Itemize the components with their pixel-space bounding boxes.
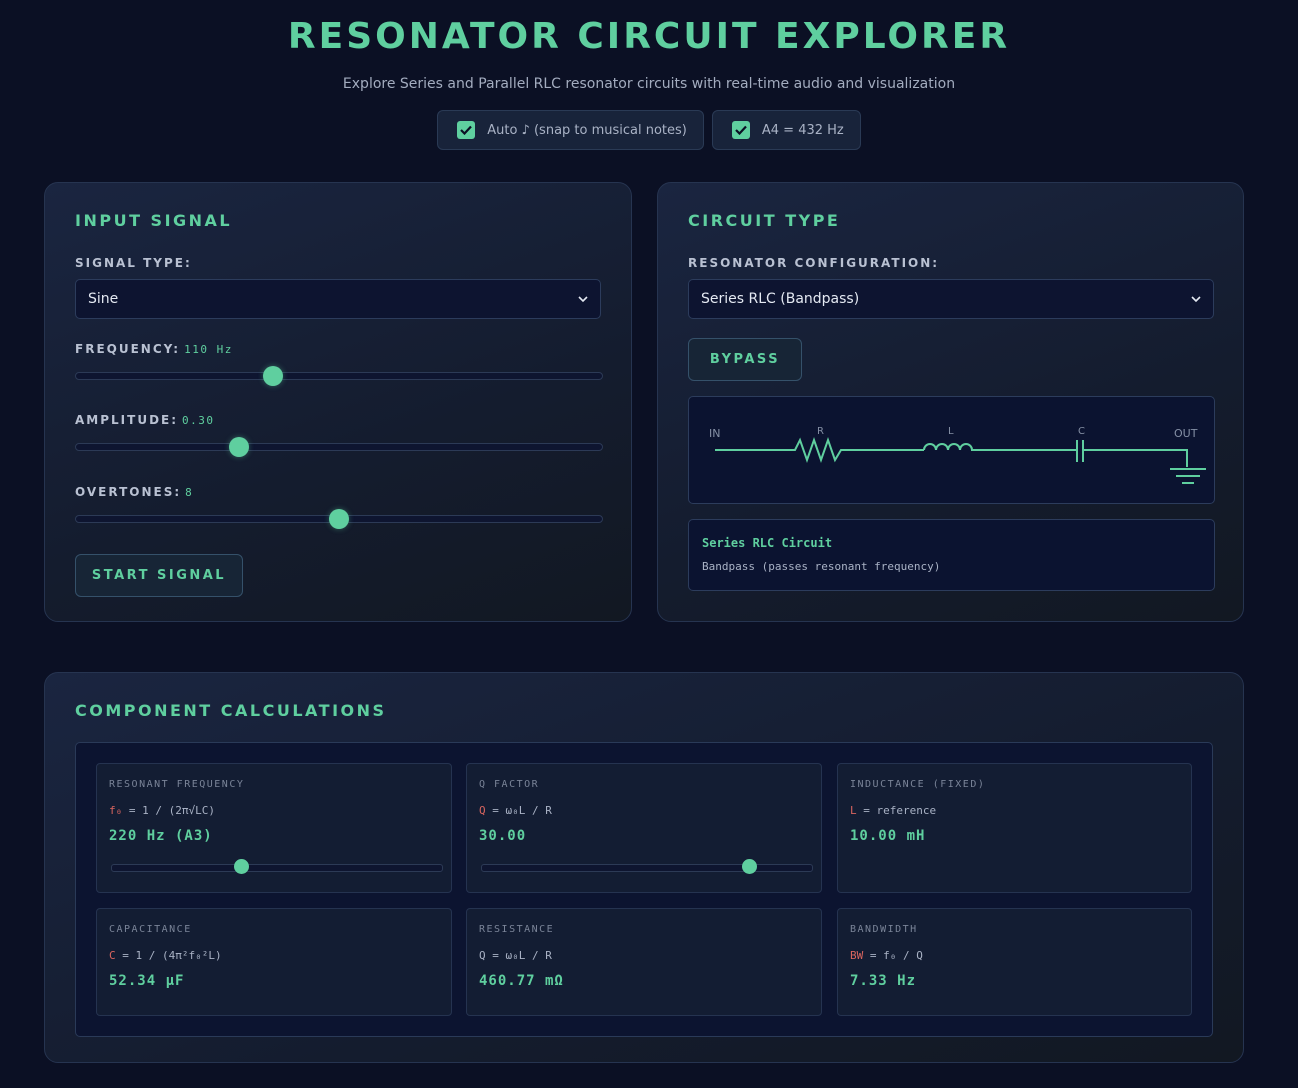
start-signal-button[interactable]: START SIGNAL (75, 554, 243, 597)
card-formula: f₀ = 1 / (2π√LC) (109, 804, 215, 817)
inductor-label: L (948, 426, 954, 437)
calculations-grid: RESONANT FREQUENCY f₀ = 1 / (2π√LC) 220 … (75, 742, 1213, 1037)
card-title: Q FACTOR (479, 779, 540, 790)
capacitance-card: CAPACITANCE C = 1 / (4π²f₀²L) 52.34 µF (96, 908, 452, 1016)
out-label: OUT (1174, 427, 1198, 440)
a4-432-toggle[interactable]: A4 = 432 Hz (711, 110, 861, 150)
frequency-label-text: FREQUENCY: (75, 342, 181, 356)
circuit-schematic: IN R L C OUT (709, 426, 1206, 484)
circuit-info-desc: Bandpass (passes resonant frequency) (702, 560, 941, 573)
amplitude-label: AMPLITUDE: 0.30 (75, 413, 215, 427)
signal-type-label: SIGNAL TYPE: (75, 256, 192, 270)
overtones-label-text: OVERTONES: (75, 485, 182, 499)
card-value: 460.77 mΩ (479, 973, 564, 989)
chevron-down-icon (578, 296, 588, 303)
frequency-slider-thumb[interactable] (263, 366, 284, 386)
a4-432-label: A4 = 432 Hz (761, 122, 844, 138)
frequency-label: FREQUENCY: 110 Hz (75, 342, 233, 356)
page-title: RESONATOR CIRCUIT EXPLORER (287, 16, 1011, 57)
formula-text: = ω₀L / R (485, 804, 552, 817)
resonant-frequency-slider[interactable] (111, 859, 443, 874)
circuit-info-title: Series RLC Circuit (702, 536, 833, 550)
overtones-slider[interactable] (75, 509, 603, 529)
overtones-label: OVERTONES: 8 (75, 485, 193, 499)
frequency-slider[interactable] (75, 366, 603, 386)
card-title: RESONANT FREQUENCY (109, 779, 245, 790)
component-calculations-panel: COMPONENT CALCULATIONS RESONANT FREQUENC… (44, 672, 1244, 1063)
formula-var: C (109, 949, 116, 962)
capacitor-symbol (1076, 440, 1084, 462)
capacitor-label: C (1078, 426, 1085, 437)
formula-text: = 1 / (4π²f₀²L) (115, 949, 222, 962)
resistor-label: R (817, 426, 824, 437)
bandwidth-card: BANDWIDTH BW = f₀ / Q 7.33 Hz (837, 908, 1192, 1016)
q-factor-slider-thumb[interactable] (742, 859, 758, 874)
formula-text: = 1 / (2π√LC) (122, 804, 215, 817)
overtones-slider-thumb[interactable] (329, 509, 349, 529)
input-signal-panel: INPUT SIGNAL SIGNAL TYPE: Sine FREQUENCY… (44, 182, 632, 622)
amplitude-slider-thumb[interactable] (229, 437, 250, 457)
signal-type-select[interactable]: Sine (75, 279, 601, 319)
card-formula: L = reference (850, 804, 936, 817)
in-label: IN (709, 427, 720, 440)
frequency-value: 110 Hz (184, 343, 233, 356)
card-title: INDUCTANCE (FIXED) (850, 779, 986, 790)
overtones-value: 8 (185, 486, 194, 499)
toggle-bar: Auto ♪ (snap to musical notes) A4 = 432 … (0, 110, 1298, 150)
circuit-type-title: CIRCUIT TYPE (688, 211, 841, 230)
card-value: 220 Hz (A3) (109, 828, 213, 844)
formula-var: L (850, 804, 857, 817)
inductance-card: INDUCTANCE (FIXED) L = reference 10.00 m… (837, 763, 1192, 893)
resonator-config-select[interactable]: Series RLC (Bandpass) (688, 279, 1214, 319)
chevron-down-icon (1191, 296, 1201, 303)
resonant-frequency-card: RESONANT FREQUENCY f₀ = 1 / (2π√LC) 220 … (96, 763, 452, 893)
card-formula: Q = ω₀L / R (479, 949, 552, 962)
resistor-symbol (715, 436, 924, 464)
card-value: 10.00 mH (850, 828, 926, 844)
resonator-config-value: Series RLC (Bandpass) (701, 291, 860, 307)
circuit-info-box: Series RLC Circuit Bandpass (passes reso… (688, 519, 1215, 591)
circuit-diagram: IN R L C OUT (688, 396, 1215, 504)
amplitude-label-text: AMPLITUDE: (75, 413, 179, 427)
resonator-config-label: RESONATOR CONFIGURATION: (688, 256, 940, 270)
amplitude-slider[interactable] (75, 437, 603, 457)
formula-text: Q = ω₀L / R (479, 949, 552, 962)
card-value: 30.00 (479, 828, 527, 844)
ground-symbol (1170, 468, 1206, 484)
card-value: 7.33 Hz (850, 973, 917, 989)
card-title: BANDWIDTH (850, 924, 918, 935)
input-signal-title: INPUT SIGNAL (75, 211, 233, 230)
circuit-type-panel: CIRCUIT TYPE RESONATOR CONFIGURATION: Se… (657, 182, 1244, 622)
auto-snap-toggle[interactable]: Auto ♪ (snap to musical notes) (437, 110, 704, 150)
formula-var: f₀ (109, 804, 123, 817)
q-factor-slider[interactable] (481, 859, 813, 874)
checkbox-checked-icon[interactable] (731, 121, 750, 139)
card-formula: Q = ω₀L / R (479, 804, 552, 817)
card-formula: BW = f₀ / Q (850, 949, 923, 962)
resistance-card: RESISTANCE Q = ω₀L / R 460.77 mΩ (466, 908, 822, 1016)
page-subtitle: Explore Series and Parallel RLC resonato… (342, 76, 956, 92)
amplitude-value: 0.30 (182, 414, 215, 427)
checkbox-checked-icon[interactable] (457, 121, 476, 139)
card-title: CAPACITANCE (109, 924, 192, 935)
formula-var: BW (850, 949, 864, 962)
formula-text: = f₀ / Q (863, 949, 923, 962)
card-formula: C = 1 / (4π²f₀²L) (109, 949, 222, 962)
bypass-button[interactable]: BYPASS (688, 338, 802, 381)
q-factor-card: Q FACTOR Q = ω₀L / R 30.00 (466, 763, 822, 893)
component-calculations-title: COMPONENT CALCULATIONS (75, 701, 387, 720)
card-value: 52.34 µF (109, 973, 185, 989)
resonant-frequency-slider-thumb[interactable] (233, 859, 249, 874)
signal-type-value: Sine (88, 291, 119, 307)
formula-text: = reference (856, 804, 937, 817)
auto-snap-label: Auto ♪ (snap to musical notes) (487, 122, 687, 138)
inductor-symbol (923, 443, 1077, 451)
card-title: RESISTANCE (479, 924, 555, 935)
formula-var: Q (479, 804, 486, 817)
